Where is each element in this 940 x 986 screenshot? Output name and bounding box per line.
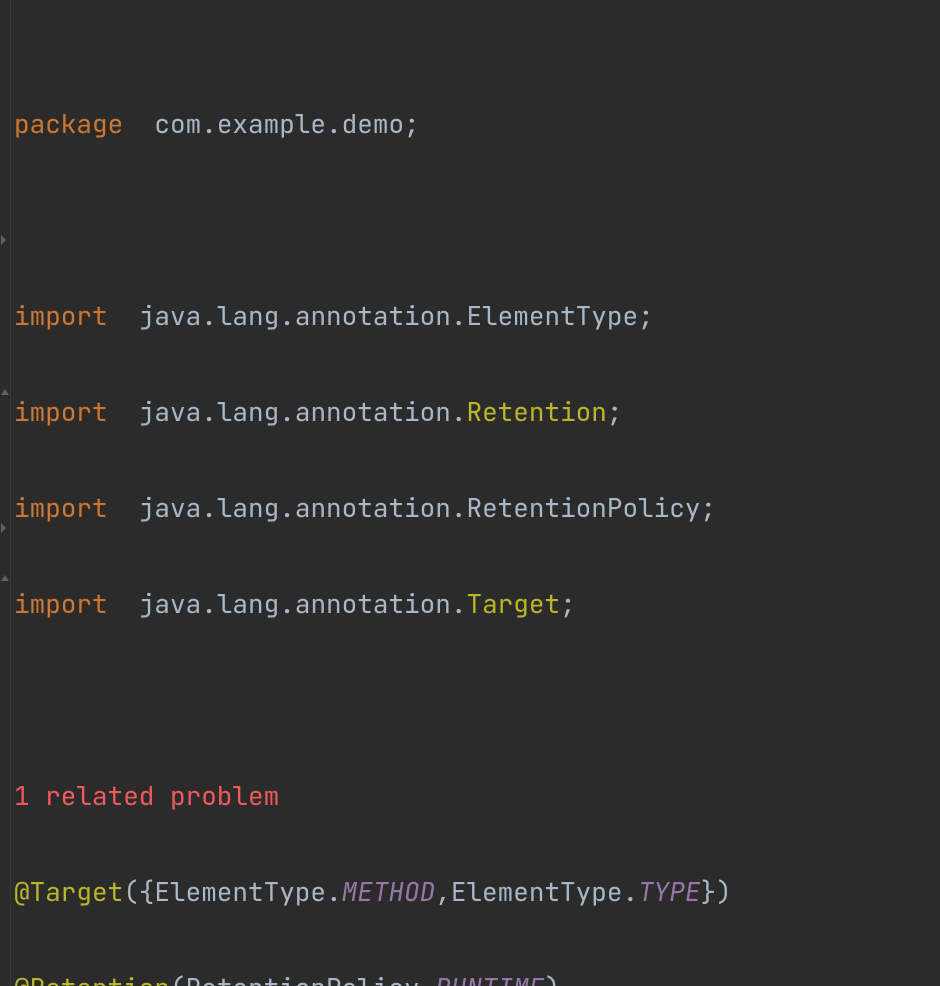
keyword: import bbox=[14, 490, 108, 525]
package-seg: example bbox=[217, 106, 326, 141]
fold-marker-icon[interactable] bbox=[0, 288, 10, 300]
code-editor[interactable]: package com.example.demo; import java.la… bbox=[0, 0, 940, 986]
code-line[interactable]: package com.example.demo; bbox=[14, 100, 940, 148]
import-class: ElementType bbox=[466, 298, 638, 333]
fold-marker-icon[interactable] bbox=[0, 426, 10, 438]
package-seg: com bbox=[154, 106, 201, 141]
keyword: package bbox=[14, 106, 123, 141]
fold-marker-icon[interactable] bbox=[0, 474, 10, 486]
enum-const: METHOD bbox=[342, 874, 436, 909]
keyword: import bbox=[14, 394, 108, 429]
import-class: RetentionPolicy bbox=[466, 490, 700, 525]
code-line[interactable] bbox=[14, 196, 940, 244]
inline-problem[interactable]: 1 related problem bbox=[14, 772, 940, 820]
problem-text: 1 related problem bbox=[14, 778, 279, 813]
code-line[interactable] bbox=[14, 676, 940, 724]
code-line[interactable]: @Target({ElementType.METHOD,ElementType.… bbox=[14, 868, 940, 916]
enum-const: RUNTIME bbox=[435, 970, 544, 986]
package-seg: demo bbox=[342, 106, 404, 141]
keyword: import bbox=[14, 586, 108, 621]
import-class: Target bbox=[466, 586, 560, 621]
fold-marker-icon[interactable] bbox=[0, 138, 10, 150]
code-line[interactable]: import java.lang.annotation.RetentionPol… bbox=[14, 484, 940, 532]
enum-const: TYPE bbox=[638, 874, 700, 909]
annotation: @Target bbox=[14, 874, 123, 909]
annotation: @Retention bbox=[14, 970, 170, 986]
code-line[interactable]: import java.lang.annotation.ElementType; bbox=[14, 292, 940, 340]
code-line[interactable]: import java.lang.annotation.Retention; bbox=[14, 388, 940, 436]
code-line[interactable]: import java.lang.annotation.Target; bbox=[14, 580, 940, 628]
import-class: Retention bbox=[466, 394, 606, 429]
gutter bbox=[0, 0, 11, 986]
code-line[interactable]: @Retention(RetentionPolicy.RUNTIME) bbox=[14, 964, 940, 986]
keyword: import bbox=[14, 298, 108, 333]
